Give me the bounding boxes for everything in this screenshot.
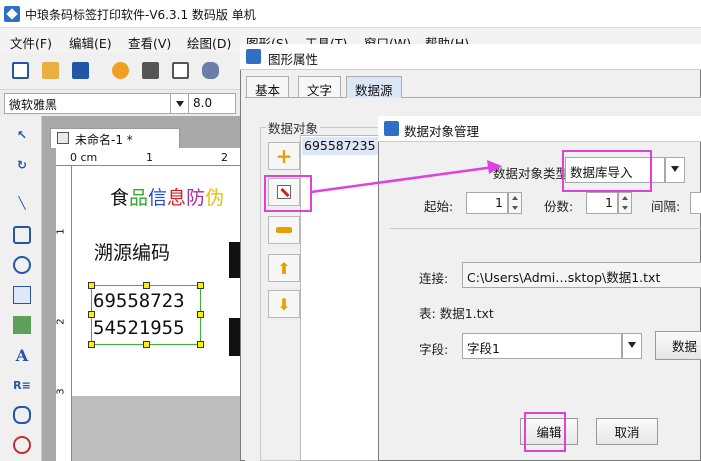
annotation-arrow-head	[487, 160, 502, 174]
annotation-arrow-line	[310, 165, 495, 194]
annotation-arrow	[310, 160, 502, 194]
